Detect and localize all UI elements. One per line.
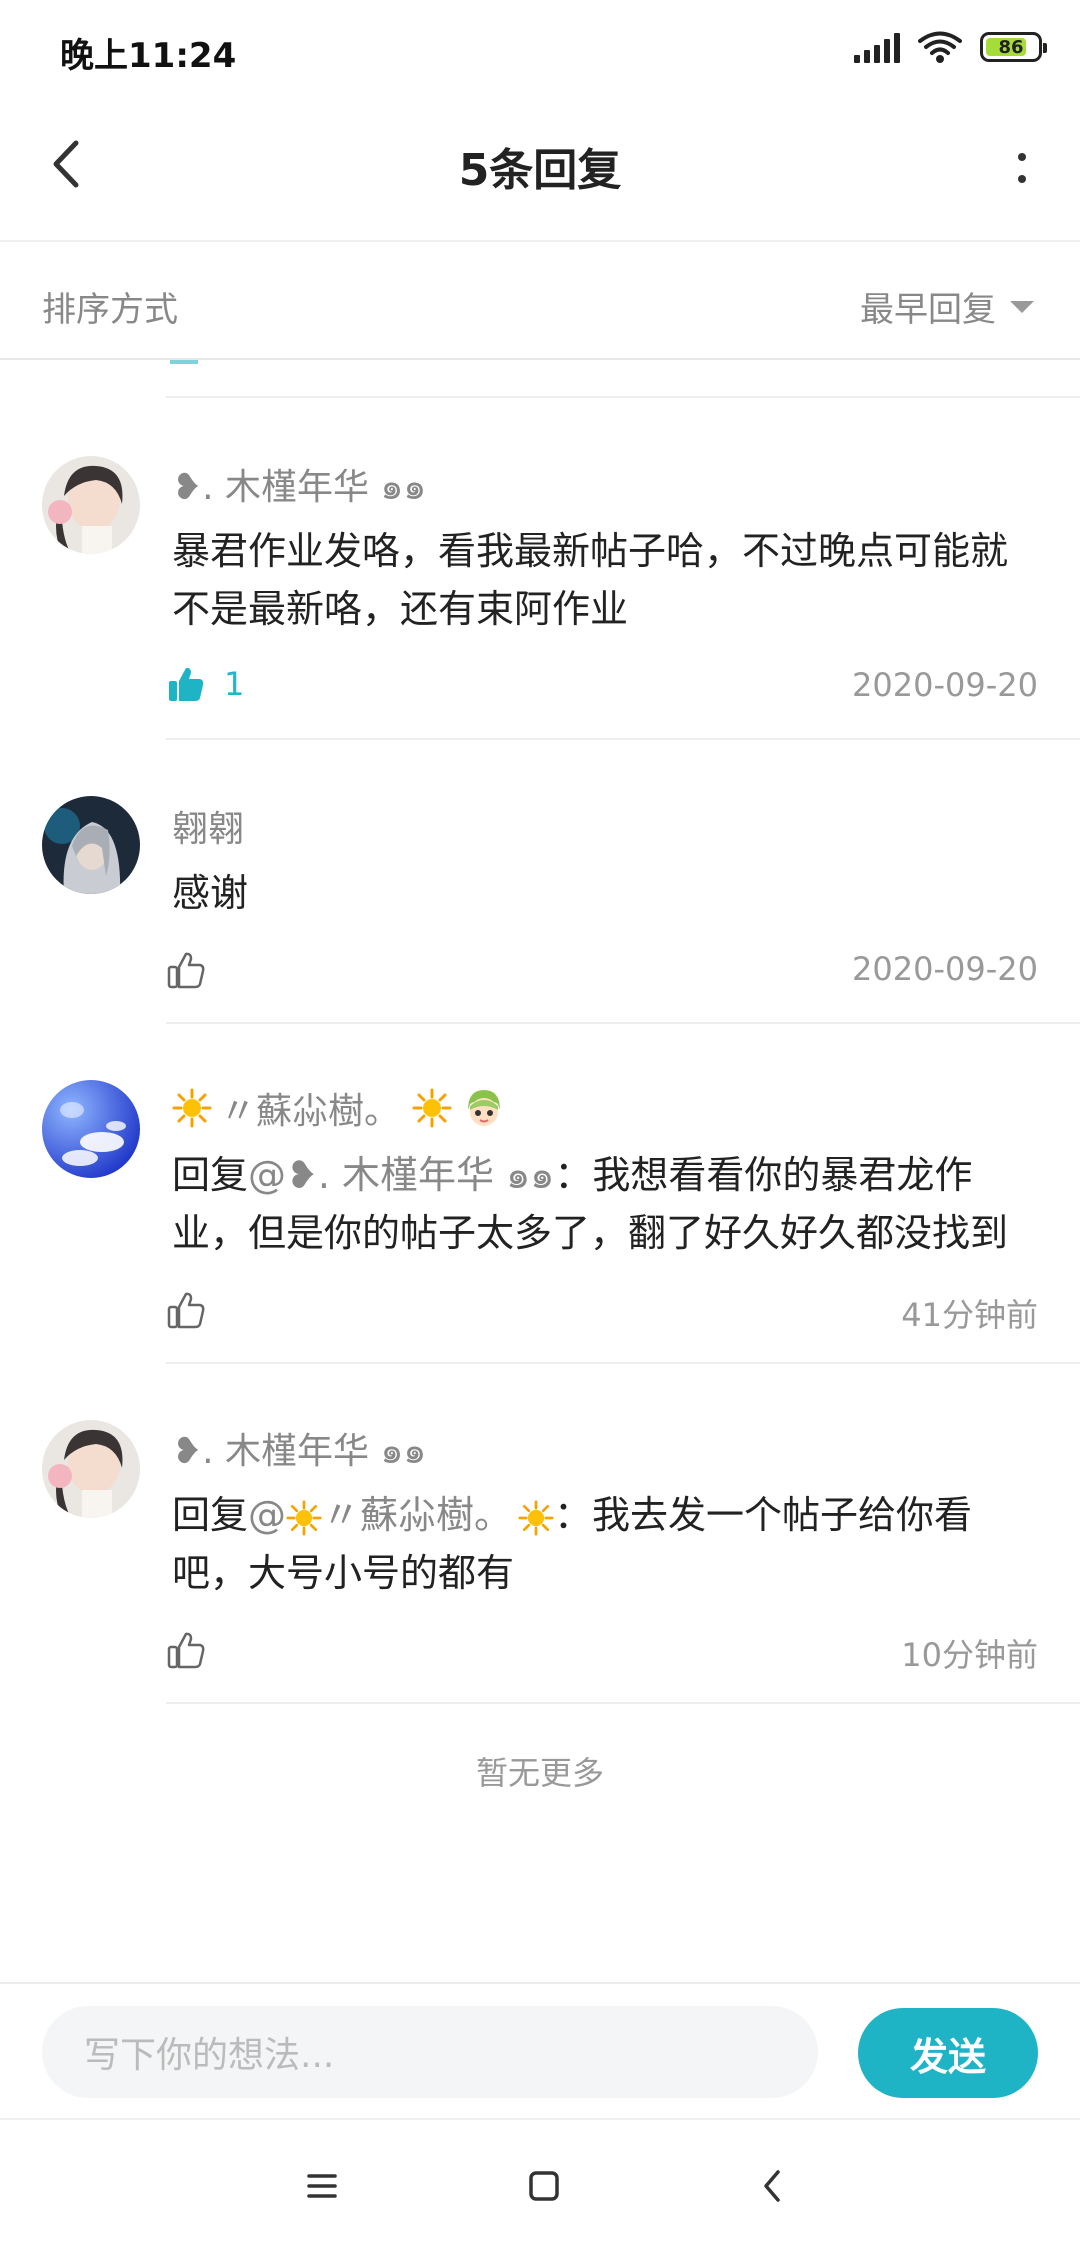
- reply-text-line2: 吧，大号小号的都有: [172, 1551, 515, 1595]
- reply-text-line1: ：我去发一个帖子给你看: [554, 1493, 973, 1537]
- reply-input-bar: 写下你的想法... 发送: [0, 1982, 1080, 2118]
- status-time: 晚上11:24: [60, 36, 237, 76]
- wifi-icon: [918, 31, 962, 63]
- more-vertical-icon: [1018, 153, 1026, 161]
- sun-emoji-icon: [172, 1088, 212, 1128]
- status-icons: 86: [854, 30, 1047, 64]
- send-button[interactable]: 发送: [858, 2008, 1038, 2098]
- previous-item-remnant: [170, 360, 198, 364]
- comment-input[interactable]: 写下你的想法...: [42, 2006, 818, 2098]
- signal-icon: [854, 31, 900, 63]
- comment-time: 2020-09-20: [852, 950, 1038, 988]
- comment-author[interactable]: ❥. 木槿年华 ๑๑: [172, 458, 426, 515]
- author-name-text: 〃蘇尛樹。: [220, 1091, 401, 1132]
- sun-emoji-icon: [412, 1088, 452, 1128]
- no-more-label: 暂无更多: [475, 1754, 604, 1792]
- avatar[interactable]: [42, 1080, 140, 1178]
- header: 5条回复: [0, 96, 1080, 242]
- divider: [166, 738, 1080, 740]
- comment-author[interactable]: ❥. 木槿年华 ๑๑: [172, 1422, 426, 1479]
- avatar[interactable]: [42, 796, 140, 894]
- comment-time: 10分钟前: [901, 1636, 1038, 1674]
- like-button[interactable]: [166, 1630, 206, 1670]
- like-button[interactable]: [166, 950, 206, 990]
- thumbs-up-icon: [167, 1632, 205, 1669]
- comment-text: 感谢: [172, 871, 249, 915]
- sort-dropdown[interactable]: 最早回复: [860, 282, 1034, 331]
- back-arrow-icon: [764, 2170, 780, 2202]
- comment-text: 回复@ 〃蘇尛樹。 ：我去发一个帖子给你看 吧，大号小号的都有: [172, 1486, 1042, 1602]
- divider: [166, 1362, 1080, 1364]
- nav-back-button[interactable]: [740, 2154, 804, 2218]
- sun-emoji-icon: [286, 1499, 322, 1536]
- home-square-icon: [529, 2171, 559, 2201]
- divider: [166, 396, 1080, 398]
- system-nav-bar: [0, 2118, 1080, 2248]
- caret-down-icon: [1010, 300, 1034, 313]
- comment-author[interactable]: 〃蘇尛樹。: [172, 1082, 506, 1134]
- mention-link[interactable]: @ 〃蘇尛樹。: [248, 1493, 554, 1537]
- thumbs-up-filled-icon: [169, 667, 204, 701]
- reply-text-line1: ：我想看看你的暴君龙作: [554, 1153, 973, 1197]
- comment-time: 2020-09-20: [852, 666, 1038, 704]
- comment-text: 暴君作业发咯，看我最新帖子哈，不过晚点可能就不是最新咯，还有束阿作业: [172, 529, 1009, 631]
- sort-label: 排序方式: [42, 290, 178, 330]
- mention-link[interactable]: @❥. 木槿年华 ๑๑: [248, 1153, 554, 1197]
- avatar[interactable]: [42, 456, 140, 554]
- reply-prefix: 回复: [172, 1493, 249, 1537]
- like-button[interactable]: 1: [166, 664, 244, 704]
- home-button[interactable]: [512, 2154, 576, 2218]
- sort-bar: 排序方式 最早回复: [0, 244, 1080, 360]
- menu-button[interactable]: [290, 2154, 354, 2218]
- thumbs-up-icon: [167, 952, 205, 989]
- more-button[interactable]: [1010, 140, 1034, 196]
- reply-prefix: 回复: [172, 1153, 249, 1197]
- thumbs-up-icon: [167, 1292, 205, 1329]
- menu-icon: [307, 2174, 337, 2198]
- status-bar: 晚上11:24 86: [0, 0, 1080, 96]
- comment-author[interactable]: 翱翱: [172, 800, 244, 852]
- like-count: 1: [224, 665, 245, 703]
- character-sticker-icon: [468, 1090, 501, 1126]
- avatar[interactable]: [42, 1420, 140, 1518]
- comment-text: 回复@❥. 木槿年华 ๑๑：我想看看你的暴君龙作 业，但是你的帖子太多了，翻了好…: [172, 1146, 1042, 1262]
- battery-icon: 86: [980, 32, 1047, 62]
- like-button[interactable]: [166, 1290, 206, 1330]
- sun-emoji-icon: [518, 1499, 554, 1536]
- divider: [166, 1022, 1080, 1024]
- divider: [166, 1702, 1080, 1704]
- sort-selected-value: 最早回复: [860, 290, 996, 330]
- reply-text-line2: 业，但是你的帖子太多了，翻了好久好久都没找到: [172, 1211, 1009, 1255]
- page-title: 5条回复: [458, 145, 622, 196]
- battery-level: 86: [998, 36, 1024, 58]
- comment-time: 41分钟前: [901, 1296, 1038, 1334]
